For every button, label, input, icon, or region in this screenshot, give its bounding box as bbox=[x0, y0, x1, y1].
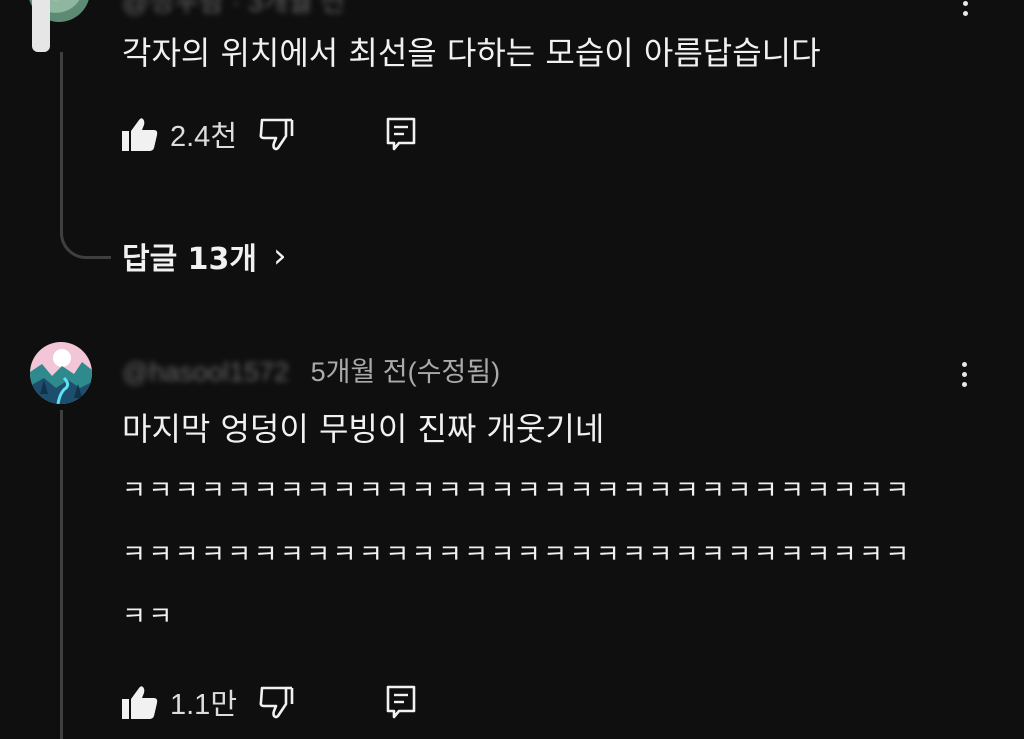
reply-comment-icon[interactable] bbox=[385, 116, 417, 152]
avatar[interactable] bbox=[30, 342, 92, 404]
comment-text: 각자의 위치에서 최선을 다하는 모습이 아름답습니다 bbox=[122, 34, 821, 72]
thumbs-up-icon[interactable] bbox=[122, 117, 158, 151]
comment-text: 마지막 엉덩이 무빙이 진짜 개웃기네 bbox=[122, 410, 605, 448]
more-options-button[interactable] bbox=[949, 357, 979, 391]
more-vertical-icon bbox=[961, 361, 967, 367]
more-options-button[interactable] bbox=[950, 0, 980, 20]
reply-comment-icon[interactable] bbox=[385, 684, 417, 720]
thumbs-down-icon[interactable] bbox=[259, 685, 295, 719]
thread-line bbox=[60, 410, 63, 739]
comment-text-line: ㅋㅋㅋㅋㅋㅋㅋㅋㅋㅋㅋㅋㅋㅋㅋㅋㅋㅋㅋㅋㅋㅋㅋㅋㅋㅋㅋㅋㅋㅋ bbox=[122, 476, 912, 506]
like-count: 1.1만 bbox=[170, 689, 237, 721]
comment-time: 5개월 전(수정됨) bbox=[310, 357, 501, 387]
chevron-right-icon: › bbox=[273, 236, 287, 276]
comment-header: @hasool1572 5개월 전(수정됨) bbox=[122, 350, 500, 389]
comment-time: · 3개월 전 bbox=[231, 0, 345, 17]
comment-actions: 1.1만 bbox=[122, 682, 417, 722]
like-count: 2.4천 bbox=[170, 121, 237, 153]
comment-text-line: ㅋㅋㅋㅋㅋㅋㅋㅋㅋㅋㅋㅋㅋㅋㅋㅋㅋㅋㅋㅋㅋㅋㅋㅋㅋㅋㅋㅋㅋㅋ bbox=[122, 540, 912, 570]
thumbs-down-icon[interactable] bbox=[259, 117, 295, 151]
replies-label: 답글 13개 bbox=[122, 242, 257, 277]
thumbs-up-icon[interactable] bbox=[122, 685, 158, 719]
comment-actions: 2.4천 bbox=[122, 114, 417, 154]
comment-text-line: ㅋㅋ bbox=[122, 602, 175, 632]
avatar-overlay bbox=[32, 0, 50, 52]
thread-connector bbox=[60, 194, 111, 259]
view-replies-button[interactable]: 답글 13개 › bbox=[122, 234, 287, 278]
comment-author[interactable]: @hasool1572 bbox=[122, 357, 289, 388]
comment-author[interactable]: @정우람 bbox=[122, 0, 224, 19]
comment-header: @정우람 · 3개월 전 bbox=[122, 0, 345, 19]
